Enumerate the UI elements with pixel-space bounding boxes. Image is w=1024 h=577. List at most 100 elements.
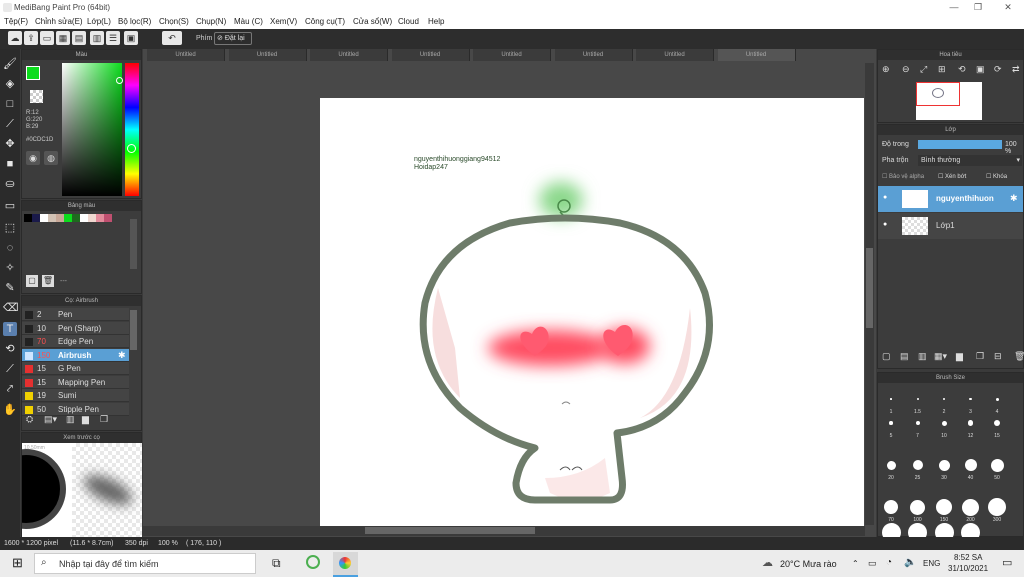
panel-icon[interactable]: ▥ <box>90 31 104 45</box>
menu-layer[interactable]: Lớp(L) <box>87 17 111 26</box>
close-icon[interactable]: ✕ <box>998 2 1018 13</box>
document-tab[interactable]: Untitled <box>310 49 388 61</box>
wifi-icon[interactable]: ◔ <box>886 557 892 568</box>
palette-scrollbar[interactable] <box>130 219 137 269</box>
document-tab[interactable]: Untitled <box>473 49 551 61</box>
undo-icon[interactable]: ↶ <box>162 31 182 45</box>
menu-cloud[interactable]: Cloud <box>398 17 419 26</box>
minimize-icon[interactable]: — <box>944 2 964 12</box>
menu-color[interactable]: Màu (C) <box>234 17 263 26</box>
palette-swatch[interactable] <box>24 214 32 222</box>
blend-mode-select[interactable]: Bình thường ▾ <box>918 155 1022 166</box>
select-tool-icon[interactable]: ⬚ <box>3 221 17 235</box>
brush-size-dot[interactable] <box>912 460 923 470</box>
layout-icon[interactable]: ▤ <box>72 31 86 45</box>
select-pen-tool-icon[interactable]: ✎ <box>3 281 17 295</box>
language-indicator[interactable]: ENG <box>923 559 940 568</box>
layer-row[interactable]: ● Lớp1 <box>878 213 1023 239</box>
eyedropper-tool-icon[interactable]: ⤤ <box>3 382 17 396</box>
brush-size-dot[interactable] <box>910 499 925 515</box>
menu-tools[interactable]: Công cụ(T) <box>305 17 345 26</box>
duplicate-layer-icon[interactable]: ❐ <box>976 351 984 362</box>
palette-swatch[interactable] <box>32 214 40 222</box>
layer-menu-icon[interactable]: ▦▾ <box>934 351 947 362</box>
hue-slider[interactable] <box>125 63 139 196</box>
merge-layer-icon[interactable]: ⊟ <box>994 351 1002 362</box>
brush-size-dot[interactable] <box>886 460 896 470</box>
operation-tool-icon[interactable]: ⟲ <box>3 342 17 356</box>
document-tab[interactable]: Untitled <box>636 49 714 61</box>
document-tab[interactable]: Untitled <box>554 49 633 61</box>
tray-chevron-icon[interactable]: ⌃ <box>852 559 859 568</box>
select-eraser-tool-icon[interactable]: ⌫ <box>3 301 19 315</box>
brush-size-dot[interactable] <box>969 397 972 401</box>
layer-row[interactable]: ● nguyenthihuon ✱ <box>878 186 1023 212</box>
shape-tool-icon[interactable]: □ <box>3 97 17 111</box>
clipping-checkbox[interactable]: ☐ Xén bớt <box>938 173 966 180</box>
brush-size-dot[interactable] <box>995 397 999 401</box>
medibang-taskbar-item[interactable] <box>333 552 358 577</box>
new-layer-icon[interactable]: ▢ <box>882 351 891 362</box>
task-view-icon[interactable]: ⧉ <box>272 556 281 571</box>
brush-item[interactable]: 150 Airbrush ✱ <box>22 348 129 362</box>
brush-size-dot[interactable] <box>990 458 1004 472</box>
clock-time[interactable]: 8:52 SA <box>954 553 982 562</box>
divide-tool-icon[interactable]: ⟋ <box>3 362 17 376</box>
brush-size-dot[interactable] <box>936 499 952 515</box>
brush-size-dot[interactable] <box>890 398 892 400</box>
rotate-right-icon[interactable]: ⟳ <box>994 64 1002 75</box>
weather-text[interactable]: 20°C Mưa rào <box>780 559 837 569</box>
brush-item[interactable]: 15 G Pen <box>22 362 129 375</box>
zoom-out-icon[interactable]: ⊖ <box>902 64 910 75</box>
brush-size-dot[interactable] <box>884 500 898 514</box>
brush-item[interactable]: 19 Sumi <box>22 389 129 402</box>
move-tool-icon[interactable]: ✥ <box>3 137 17 151</box>
windows-start-icon[interactable]: ⊞ <box>12 555 23 571</box>
new-palette-icon[interactable]: ▢ <box>26 275 38 287</box>
actual-size-icon[interactable]: ⊞ <box>938 64 946 75</box>
lock-checkbox[interactable]: ☐ Khóa <box>986 173 1007 180</box>
clock-date[interactable]: 31/10/2021 <box>948 564 988 573</box>
color-wheel-icon[interactable]: ◉ <box>26 151 40 165</box>
brush-size-dot[interactable] <box>916 398 919 400</box>
horizontal-scroll-thumb[interactable] <box>365 527 535 534</box>
gear-icon[interactable]: ✱ <box>1010 193 1018 204</box>
menu-select[interactable]: Chọn(S) <box>159 17 189 26</box>
horizontal-scrollbar[interactable] <box>143 526 865 536</box>
palette-swatch[interactable] <box>80 214 88 222</box>
brush-scrollbar[interactable] <box>130 310 137 350</box>
reset-button[interactable]: ⊘ Đặt lại <box>214 32 252 45</box>
palette-swatch[interactable] <box>104 214 112 222</box>
eye-icon[interactable]: ● <box>883 221 887 228</box>
menu-capture[interactable]: Chụp(N) <box>196 17 226 26</box>
network-icon[interactable]: ▭ <box>868 558 877 569</box>
text-tool-icon[interactable]: T <box>3 322 17 336</box>
menu-window[interactable]: Cửa sổ(W) <box>353 17 392 26</box>
brush-size-dot[interactable] <box>994 420 1000 426</box>
vertical-scrollbar[interactable] <box>865 63 874 525</box>
brush-item[interactable]: 50 Stipple Pen <box>22 402 129 416</box>
reset-view-icon[interactable]: ▣ <box>976 64 985 75</box>
opacity-slider[interactable] <box>918 140 1002 149</box>
hand-tool-icon[interactable]: ✋ <box>3 403 17 417</box>
brush-folder-icon[interactable]: ▆ <box>82 414 89 425</box>
window-icon[interactable]: ▣ <box>124 31 138 45</box>
coccoc-browser-icon[interactable] <box>306 555 320 569</box>
menu-filter[interactable]: Bộ lọc(R) <box>118 17 151 26</box>
rotate-left-icon[interactable]: ⟲ <box>958 64 966 75</box>
document-tab[interactable]: Untitled <box>147 49 225 61</box>
menu-edit[interactable]: Chỉnh sửa(E) <box>35 17 83 26</box>
primary-color-swatch[interactable] <box>26 66 40 80</box>
brush-item[interactable]: 15 Mapping Pen <box>22 375 129 389</box>
brush-item[interactable]: 10 Pen (Sharp) <box>22 321 129 335</box>
dot-tool-icon[interactable]: ⟋ <box>3 117 17 131</box>
delete-layer-icon[interactable]: 🗑 <box>1014 351 1024 362</box>
eye-icon[interactable]: ● <box>883 194 887 201</box>
fit-icon[interactable]: ⤢ <box>920 64 927 75</box>
brush-size-dot[interactable] <box>964 459 977 471</box>
document-tab[interactable]: Untitled <box>228 49 307 61</box>
volume-icon[interactable]: 🔈 <box>904 557 916 568</box>
grid-icon[interactable]: ▦ <box>56 31 70 45</box>
menu-view[interactable]: Xem(V) <box>270 17 297 26</box>
gradient-tool-icon[interactable]: ▭ <box>3 199 17 213</box>
